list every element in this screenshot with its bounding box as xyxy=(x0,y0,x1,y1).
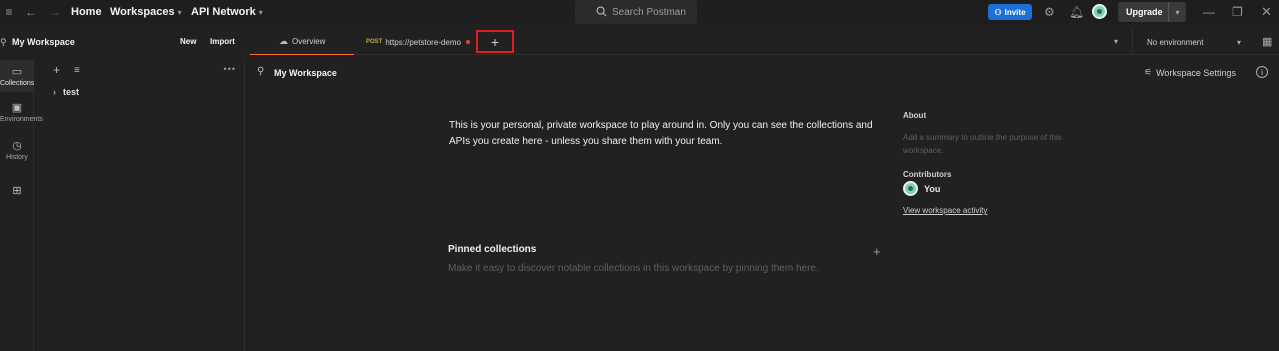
user-icon: ⚲ xyxy=(0,36,7,47)
collections-icon: ▭ xyxy=(11,66,23,78)
chevron-down-icon[interactable]: ▾ xyxy=(1168,2,1186,22)
configure-icon: ⊞ xyxy=(12,185,22,197)
page-title: My Workspace xyxy=(274,68,337,78)
workspace-settings-button[interactable]: ⚟ Workspace Settings xyxy=(1144,67,1236,78)
add-user-icon: ⚇ xyxy=(994,7,1002,17)
contributor-name: You xyxy=(924,183,941,194)
collections-toolbar: + ≡ xyxy=(53,63,80,77)
restore-icon[interactable]: ❐ xyxy=(1232,5,1243,19)
forward-arrow-icon[interactable]: → xyxy=(49,5,61,19)
tab-label: Overview xyxy=(292,37,326,46)
filter-icon[interactable]: ≡ xyxy=(74,65,80,76)
avatar[interactable] xyxy=(1092,4,1107,19)
tab-overview[interactable]: ☁ Overview xyxy=(250,29,354,55)
workspace-settings-label: Workspace Settings xyxy=(1156,67,1236,78)
view-activity-link[interactable]: View workspace activity xyxy=(903,206,987,215)
more-options-icon[interactable]: ••• xyxy=(224,64,236,74)
overview-header: ⚲ My Workspace ⚟ Workspace Settings i xyxy=(246,58,1279,84)
plus-icon[interactable]: + xyxy=(53,63,60,77)
back-arrow-icon[interactable]: ← xyxy=(25,5,37,19)
chevron-down-icon: ▾ xyxy=(1237,37,1242,47)
chevron-right-icon: › xyxy=(53,87,56,97)
environment-quick-look-icon[interactable]: ▦ xyxy=(1262,35,1272,48)
pinned-collections-heading: Pinned collections xyxy=(448,244,537,255)
upgrade-button[interactable]: Upgrade ▾ xyxy=(1118,2,1186,22)
workspace-description: This is your personal, private workspace… xyxy=(449,120,873,147)
info-icon[interactable]: i xyxy=(1256,66,1268,78)
upgrade-label: Upgrade xyxy=(1126,7,1163,17)
sidebar-icon-bar: ▭ Collections ▣ Environments ◷ History ⊞ xyxy=(0,58,43,351)
about-summary-field[interactable]: Add a summary to outline the purpose of … xyxy=(903,131,1093,157)
notification-bell-icon[interactable]: 🔔︎ xyxy=(1069,5,1084,19)
user-icon: ⚲ xyxy=(257,66,265,77)
list-item[interactable]: › test xyxy=(53,87,79,97)
environment-label: No environment xyxy=(1147,37,1204,47)
search-icon xyxy=(596,6,607,17)
minimize-icon[interactable]: — xyxy=(1203,5,1215,19)
search-placeholder: Search Postman xyxy=(612,7,686,18)
http-method-badge: POST xyxy=(366,39,383,45)
workspace-name: My Workspace xyxy=(12,37,75,47)
sidebar-item-configure[interactable]: ⊞ xyxy=(0,184,34,204)
home-link[interactable]: Home xyxy=(71,6,102,18)
close-icon[interactable]: ✕ xyxy=(1261,4,1272,20)
search-bar[interactable]: Search Postman xyxy=(575,0,697,24)
api-network-menu[interactable]: API Network ▾ xyxy=(191,6,263,18)
workspace-overview-icon: ☁ xyxy=(279,36,288,46)
title-bar: ≡ ← → Home Workspaces ▾ API Network ▾ Sear… xyxy=(0,0,1279,24)
workspaces-menu[interactable]: Workspaces ▾ xyxy=(110,6,182,18)
new-button[interactable]: New xyxy=(175,34,201,49)
sidebar-item-collections[interactable]: ▭ Collections xyxy=(0,60,34,92)
add-pinned-collection-icon[interactable]: + xyxy=(873,244,881,259)
collection-name: test xyxy=(63,87,80,97)
tab-request[interactable]: POST https://petstore-demo xyxy=(366,29,474,55)
invite-label: Invite xyxy=(1004,7,1026,17)
collections-panel: + ≡ ••• › test xyxy=(35,58,245,351)
menu-icon[interactable]: ≡ xyxy=(3,5,15,19)
contributors-heading: Contributors xyxy=(903,170,952,179)
environment-selector[interactable]: No environment ▾ xyxy=(1132,29,1254,55)
import-button[interactable]: Import xyxy=(205,34,240,49)
plus-icon: + xyxy=(490,33,500,50)
sidebar-item-label: Collections xyxy=(0,80,35,87)
tab-label: https://petstore-demo xyxy=(385,37,461,47)
avatar xyxy=(903,181,918,196)
environments-icon: ▣ xyxy=(11,102,23,114)
sidebar-item-label: History xyxy=(6,154,28,161)
history-icon: ◷ xyxy=(12,140,22,152)
about-heading: About xyxy=(903,111,927,120)
tab-overflow-chevron-icon[interactable]: ▾ xyxy=(1114,37,1118,46)
tab-strip: ☁ Overview POST https://petstore-demo + … xyxy=(246,29,1279,55)
chevron-down-icon: ▾ xyxy=(258,7,263,17)
chevron-down-icon: ▾ xyxy=(177,7,182,17)
sliders-icon: ⚟ xyxy=(1144,67,1153,77)
workspace-header: ⚲ My Workspace New Import xyxy=(0,29,245,55)
unsaved-dot-icon xyxy=(465,40,470,44)
sidebar-item-environments[interactable]: ▣ Environments xyxy=(0,98,43,130)
pinned-collections-text: Make it easy to discover notable collect… xyxy=(448,263,819,274)
settings-gear-icon[interactable]: ⚙ xyxy=(1044,5,1055,19)
contributor-item: You xyxy=(903,181,940,196)
sidebar-item-history[interactable]: ◷ History xyxy=(0,136,34,168)
invite-button[interactable]: ⚇ Invite xyxy=(988,4,1032,20)
new-tab-button[interactable]: + xyxy=(476,30,514,53)
